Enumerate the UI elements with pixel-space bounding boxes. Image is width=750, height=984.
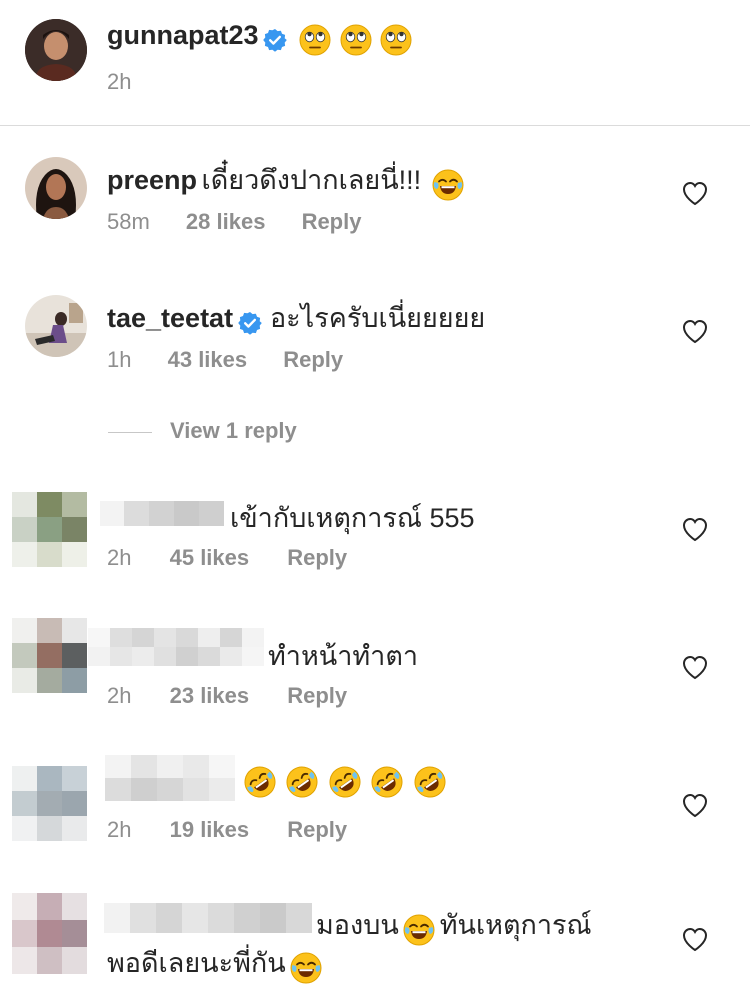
heart-icon[interactable] [681, 516, 709, 542]
comment-text: อะไรครับเนี่ยยยยย [269, 303, 486, 333]
profile-photo [25, 295, 87, 357]
post-header: gunnapat23 [107, 20, 412, 56]
comment-body: มองบน ทันเหตุการณ์ [316, 903, 592, 946]
profile-photo [25, 19, 87, 81]
rolling-on-floor-laughing-icon [286, 766, 318, 798]
username[interactable] [105, 755, 235, 801]
reply-button[interactable]: Reply [287, 817, 347, 842]
reply-button[interactable]: Reply [287, 545, 347, 570]
comment-time: 2h [107, 683, 132, 708]
comment-emojis [244, 766, 446, 798]
heart-icon[interactable] [681, 318, 709, 344]
avatar[interactable] [12, 893, 87, 975]
post-timestamp: 2h [107, 69, 132, 94]
rolling-on-floor-laughing-icon [414, 766, 446, 798]
username[interactable] [88, 628, 264, 666]
comment-text: ทำหน้าทำตา [268, 641, 419, 671]
caption-emojis [299, 31, 412, 48]
face-with-tears-of-joy-icon [403, 914, 435, 946]
comment-body: preenp เดี๋ยวดึงปากเลยนี่!!! [107, 158, 464, 201]
verified-badge-icon [238, 311, 262, 335]
comment-text: พอดีเลยนะพี่กัน [107, 948, 286, 978]
likes-count[interactable]: 23 likes [170, 683, 250, 708]
likes-count[interactable]: 43 likes [168, 347, 248, 372]
face-with-rolling-eyes-icon [340, 24, 372, 56]
comment-body: tae_teetat อะไรครับเนี่ยยยยย [107, 296, 485, 339]
view-replies-button[interactable]: View 1 reply [170, 418, 297, 444]
reply-button[interactable]: Reply [302, 209, 362, 234]
rolling-on-floor-laughing-icon [244, 766, 276, 798]
username[interactable]: preenp [107, 165, 197, 195]
rolling-on-floor-laughing-icon [329, 766, 361, 798]
reply-button[interactable]: Reply [283, 347, 343, 372]
comment-text: มองบน [316, 910, 399, 940]
comment-time: 1h [107, 347, 132, 372]
avatar[interactable] [25, 19, 87, 81]
username[interactable] [104, 903, 312, 933]
comment-meta: 2h 23 likes Reply [107, 683, 347, 709]
likes-count[interactable]: 28 likes [186, 209, 266, 234]
verified-badge-icon [263, 28, 287, 52]
comment-text: ทันเหตุการณ์ [439, 910, 592, 940]
comment-text: เข้ากับเหตุการณ์ 555 [230, 503, 475, 533]
username[interactable]: gunnapat23 [107, 20, 259, 50]
reply-thread-line [108, 432, 152, 433]
rolling-on-floor-laughing-icon [371, 766, 403, 798]
comment-meta: 58m 28 likes Reply [107, 209, 361, 235]
reply-button[interactable]: Reply [287, 683, 347, 708]
comment-meta: 2h 45 likes Reply [107, 545, 347, 571]
likes-count[interactable]: 19 likes [170, 817, 250, 842]
likes-count[interactable]: 45 likes [170, 545, 250, 570]
face-with-rolling-eyes-icon [380, 24, 412, 56]
face-with-tears-of-joy-icon [432, 169, 464, 201]
comment-body-line2: พอดีเลยนะพี่กัน [107, 941, 322, 984]
profile-photo [25, 157, 87, 219]
heart-icon[interactable] [681, 654, 709, 680]
heart-icon[interactable] [681, 180, 709, 206]
comment-time: 2h [107, 817, 132, 842]
comment-time: 2h [107, 545, 132, 570]
comment-text: เดี๋ยวดึงปากเลยนี่!!! [201, 165, 422, 195]
avatar[interactable] [25, 157, 87, 219]
comment-meta: 2h 19 likes Reply [107, 817, 347, 843]
divider [0, 125, 750, 126]
heart-icon[interactable] [681, 926, 709, 952]
face-with-tears-of-joy-icon [290, 952, 322, 984]
comment-time: 58m [107, 209, 150, 234]
heart-icon[interactable] [681, 792, 709, 818]
face-with-rolling-eyes-icon [299, 24, 331, 56]
username[interactable] [100, 501, 224, 526]
avatar[interactable] [12, 766, 87, 841]
comment-meta: 1h 43 likes Reply [107, 347, 343, 373]
avatar[interactable] [12, 492, 87, 567]
avatar[interactable] [25, 295, 87, 357]
avatar[interactable] [12, 618, 87, 693]
username[interactable]: tae_teetat [107, 303, 233, 333]
